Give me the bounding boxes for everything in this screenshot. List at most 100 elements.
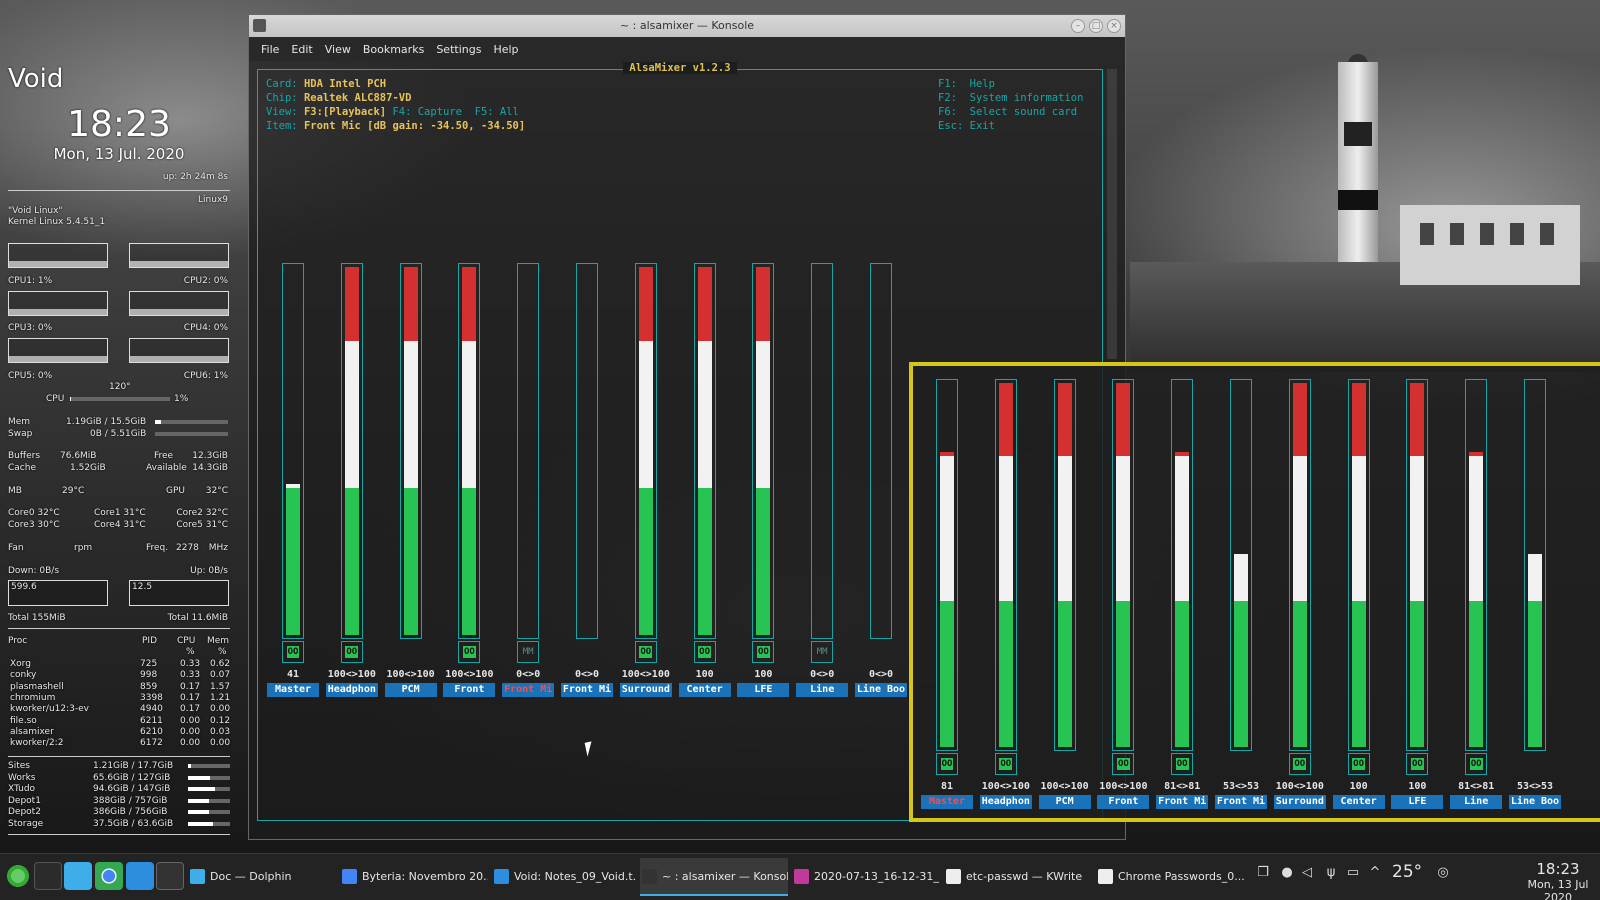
mute-toggle[interactable]: OO xyxy=(282,641,304,663)
task-6[interactable]: Chrome Passwords_0... xyxy=(1096,858,1246,896)
mute-toggle[interactable]: MM xyxy=(517,641,540,663)
volume-slider[interactable] xyxy=(576,263,598,639)
mute-toggle[interactable]: OO xyxy=(634,641,657,663)
mute-toggle[interactable]: OO xyxy=(1288,753,1311,775)
channel-name[interactable]: Front Mi xyxy=(1156,795,1209,809)
volume-slider[interactable] xyxy=(994,379,1017,751)
mute-toggle[interactable]: OO xyxy=(752,641,775,663)
disk-row: XTudo 94.6GiB / 147GiB xyxy=(8,784,230,795)
mute-toggle[interactable]: OO xyxy=(340,641,363,663)
net-up-graph: 12.5 xyxy=(129,580,229,606)
clipboard-icon[interactable]: ❐ xyxy=(1256,866,1270,880)
task-0[interactable]: Doc — Dolphin xyxy=(188,858,336,896)
volume-slider[interactable] xyxy=(1406,379,1429,751)
channel-name[interactable]: Front Mi xyxy=(561,683,613,697)
mute-toggle[interactable]: OO xyxy=(1465,753,1488,775)
volume-slider[interactable] xyxy=(936,379,958,751)
minimize-icon[interactable]: – xyxy=(1071,19,1085,33)
volume-slider[interactable] xyxy=(752,263,775,639)
taskbar-clock[interactable]: 18:23 Mon, 13 Jul 2020 xyxy=(1518,860,1598,900)
channel-name[interactable]: Front Mi xyxy=(502,683,555,697)
channel-name[interactable]: Line xyxy=(796,683,849,697)
menu-edit[interactable]: Edit xyxy=(291,43,312,56)
volume-slider[interactable] xyxy=(1230,379,1252,751)
notes-app-icon[interactable] xyxy=(126,862,154,890)
mute-toggle[interactable]: OO xyxy=(458,641,481,663)
divider xyxy=(8,628,230,629)
channel-name[interactable]: Headphon xyxy=(325,683,378,697)
network-icon[interactable]: ◎ xyxy=(1436,866,1450,880)
mute-toggle[interactable]: OO xyxy=(994,753,1017,775)
volume-slider[interactable] xyxy=(1053,379,1076,751)
close-icon[interactable]: × xyxy=(1107,19,1121,33)
volume-slider[interactable] xyxy=(693,263,716,639)
terminal-scrollbar[interactable] xyxy=(1107,69,1117,359)
settings-icon[interactable] xyxy=(34,862,62,890)
mute-toggle[interactable]: OO xyxy=(1171,753,1194,775)
volume-slider[interactable] xyxy=(340,263,363,639)
channel-name[interactable]: PCM xyxy=(384,683,437,697)
usb-icon[interactable]: ψ xyxy=(1324,866,1338,880)
terminal-icon[interactable] xyxy=(156,862,184,890)
menu-file[interactable]: File xyxy=(261,43,279,56)
folder-icon[interactable] xyxy=(64,862,92,890)
channel-name[interactable]: Surround xyxy=(619,683,672,697)
task-1[interactable]: Byteria: Novembro 20... xyxy=(340,858,488,896)
menu-settings[interactable]: Settings xyxy=(436,43,481,56)
channel-name[interactable]: Line Boo xyxy=(1509,795,1561,809)
channel-name[interactable]: LFE xyxy=(737,683,790,697)
weather-temperature[interactable]: 25° xyxy=(1392,862,1422,882)
channel-name[interactable]: Headphon xyxy=(979,795,1032,809)
task-3[interactable]: ~ : alsamixer — Konsole xyxy=(640,858,788,896)
channel-name[interactable]: Center xyxy=(1332,795,1385,809)
channel-name[interactable]: Surround xyxy=(1273,795,1326,809)
mute-toggle[interactable]: OO xyxy=(1347,753,1370,775)
task-2[interactable]: Void: Notes_09_Void.t... xyxy=(492,858,636,896)
lightbulb-icon[interactable]: ● xyxy=(1280,866,1294,880)
volume-slider[interactable] xyxy=(399,263,422,639)
menu-help[interactable]: Help xyxy=(493,43,518,56)
konsole-icon[interactable] xyxy=(253,19,266,32)
display-icon[interactable]: ▭ xyxy=(1346,866,1360,880)
chromium-icon[interactable] xyxy=(95,862,123,890)
volume-slider[interactable] xyxy=(1112,379,1135,751)
channel-name[interactable]: Line xyxy=(1450,795,1503,809)
application-launcher-icon[interactable] xyxy=(4,862,32,890)
task-4[interactable]: 2020-07-13_16-12-31_... xyxy=(792,858,940,896)
channel-name[interactable]: PCM xyxy=(1038,795,1091,809)
channel-name[interactable]: Center xyxy=(678,683,731,697)
channel-name[interactable]: Line Boo xyxy=(855,683,907,697)
window-titlebar[interactable]: ~ : alsamixer — Konsole – □ × xyxy=(249,15,1125,37)
channel-name[interactable]: Master xyxy=(267,683,319,697)
volume-slider[interactable] xyxy=(517,263,540,639)
volume-slider[interactable] xyxy=(282,263,304,639)
mute-toggle[interactable]: OO xyxy=(1406,753,1429,775)
process-pid: 859 xyxy=(140,681,158,692)
mute-toggle[interactable]: OO xyxy=(693,641,716,663)
volume-slider[interactable] xyxy=(1524,379,1546,751)
channel-name[interactable]: Front xyxy=(1097,795,1150,809)
process-pid: 6211 xyxy=(140,715,163,726)
channel-name[interactable]: Front xyxy=(443,683,496,697)
volume-slider[interactable] xyxy=(458,263,481,639)
volume-slider[interactable] xyxy=(1347,379,1370,751)
volume-level-white xyxy=(1292,455,1307,602)
mute-toggle[interactable]: MM xyxy=(811,641,834,663)
menu-bookmarks[interactable]: Bookmarks xyxy=(363,43,424,56)
task-5[interactable]: etc-passwd — KWrite xyxy=(944,858,1092,896)
volume-slider[interactable] xyxy=(1288,379,1311,751)
volume-icon[interactable]: ◁ xyxy=(1300,866,1314,880)
menu-view[interactable]: View xyxy=(325,43,351,56)
mute-toggle[interactable]: OO xyxy=(936,753,958,775)
channel-name[interactable]: Master xyxy=(921,795,973,809)
channel-name[interactable]: Front Mi xyxy=(1215,795,1267,809)
channel-name[interactable]: LFE xyxy=(1391,795,1444,809)
volume-slider[interactable] xyxy=(811,263,834,639)
volume-slider[interactable] xyxy=(1171,379,1194,751)
volume-slider[interactable] xyxy=(1465,379,1488,751)
volume-slider[interactable] xyxy=(870,263,892,639)
chevron-up-icon[interactable]: ^ xyxy=(1368,866,1382,880)
volume-slider[interactable] xyxy=(634,263,657,639)
maximize-icon[interactable]: □ xyxy=(1089,19,1103,33)
mute-toggle[interactable]: OO xyxy=(1112,753,1135,775)
